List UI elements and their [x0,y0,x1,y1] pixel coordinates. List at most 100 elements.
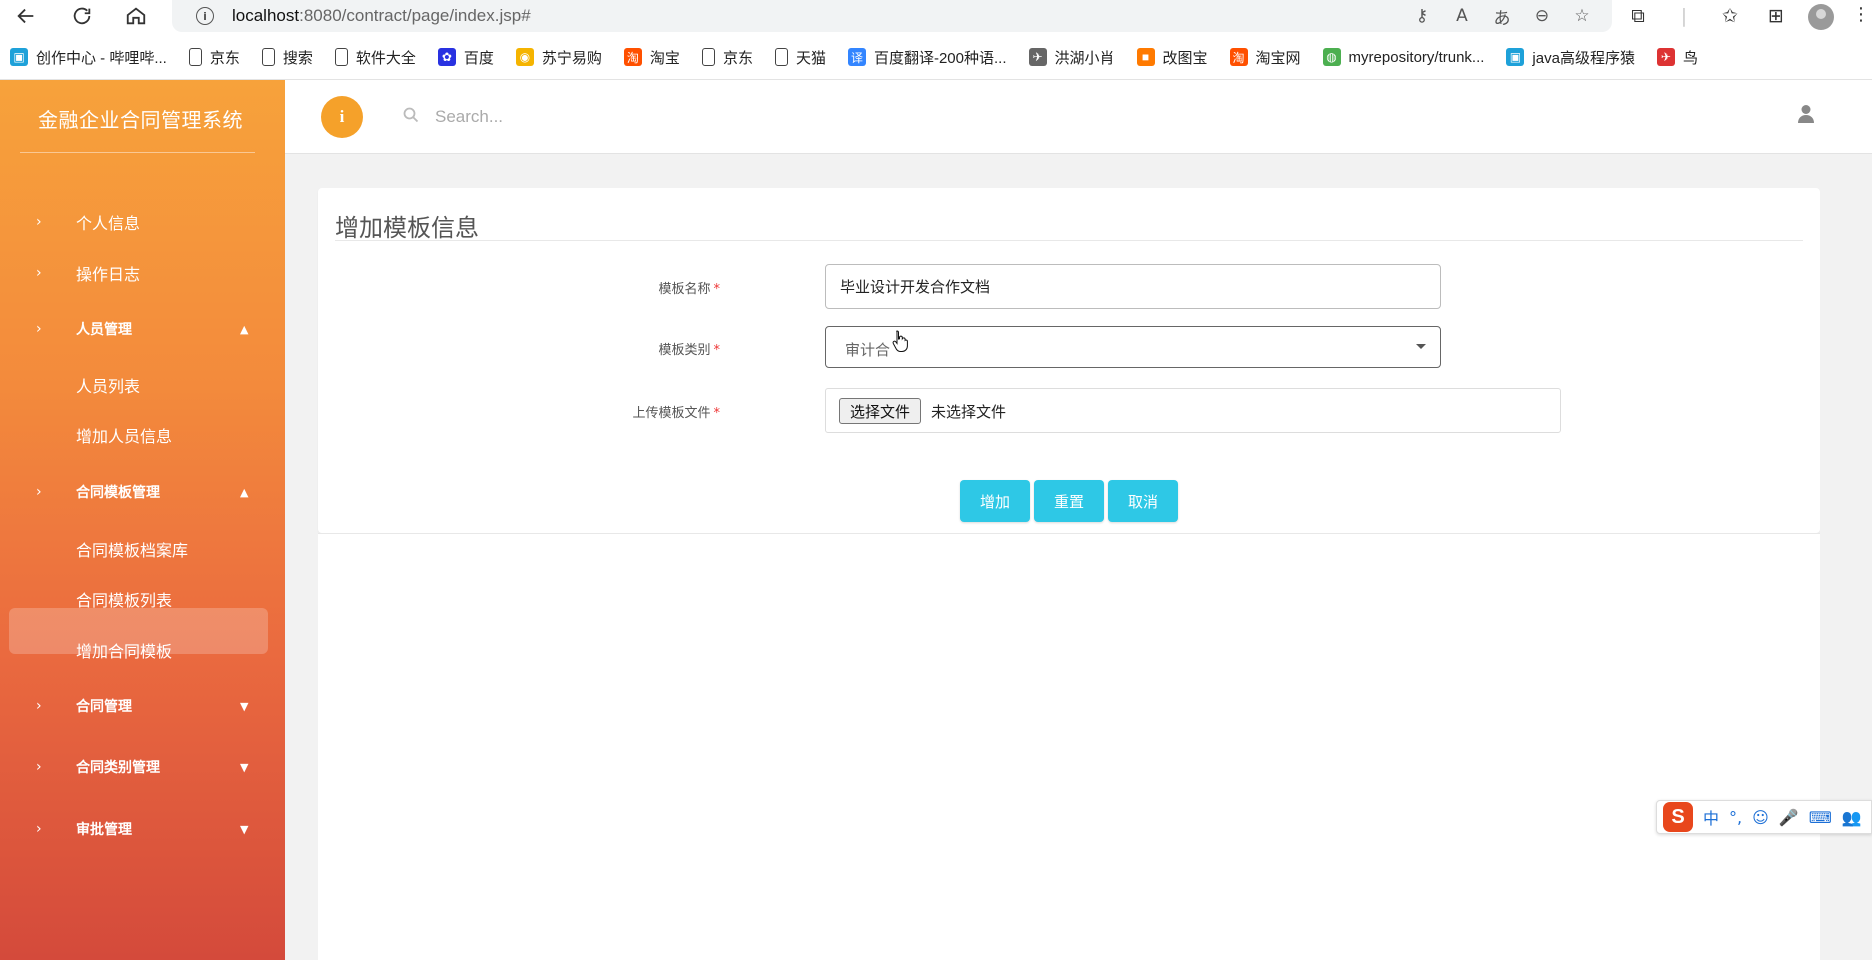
template-category-select[interactable]: 审计合 [825,326,1441,368]
home-icon[interactable] [116,0,156,32]
ime-mode[interactable]: 中 [1703,805,1719,829]
sidebar-item-label: 操作日志 [76,265,141,284]
bookmark-label: 百度翻译-200种语... [873,49,1007,67]
page-icon: ▯ [774,48,788,66]
sidebar-item-staff-list[interactable]: 人员列表 [0,365,285,405]
bookmark-label: 鸟 [1682,49,1698,67]
page-icon: ▯ [188,48,202,66]
sidebar-item-contract-management[interactable]: › 合同管理 ▼ [0,686,285,726]
bookmark-item[interactable]: ✈ 洪湖小肖 [1028,47,1115,68]
sidebar-item-label: 人员列表 [76,377,141,396]
sidebar-item-operation-log[interactable]: › 操作日志 [0,253,285,293]
emoji-icon[interactable]: ☺ [1752,808,1769,827]
file-status: 未选择文件 [931,403,1007,421]
search-icon [403,107,419,123]
add-button[interactable]: 增加 [960,480,1030,522]
bookmark-item[interactable]: ◍ myrepository/trunk... [1322,48,1484,66]
bookmark-item[interactable]: ▣ 创作中心 - 哔哩哔... [10,47,167,68]
bookmark-label: 创作中心 - 哔哩哔... [36,49,167,67]
translate-icon[interactable]: あ [1492,4,1512,29]
title-divider [335,240,1803,241]
taobao-icon: 淘 [623,48,642,66]
bookmark-item[interactable]: ◉ 苏宁易购 [515,47,602,68]
add-template-card: 增加模板信息 模板名称* 模板类别* 审计合 上传模板文件* 选择文件 未选择文… [318,188,1820,533]
ime-toolbar[interactable]: S 中 °, ☺ 🎤 ⌨ 👥 [1656,800,1872,834]
bookmark-item[interactable]: ✿ 百度 [437,47,494,68]
microphone-icon[interactable]: 🎤 [1779,808,1799,827]
bilibili-icon: ▣ [10,48,28,66]
sidebar-item-label: 合同类别管理 [76,760,160,776]
bookmark-label: 改图宝 [1162,49,1208,67]
choose-file-button[interactable]: 选择文件 [839,398,921,424]
sidebar-item-add-staff[interactable]: 增加人员信息 [0,415,285,455]
refresh-icon[interactable] [62,0,102,32]
bookmark-item[interactable]: ▯ 京东 [188,47,240,68]
sidebar-item-template-archive[interactable]: 合同模板档案库 [0,529,285,569]
bookmark-item[interactable]: ▯ 搜索 [261,47,313,68]
info-button[interactable]: i [321,96,363,138]
sidebar-item-approval[interactable]: › 审批管理 ▼ [0,809,285,849]
bookmark-item[interactable]: ✈ 鸟 [1656,47,1698,68]
key-icon[interactable]: ⚷ [1412,6,1432,26]
more-icon[interactable]: ⋮ [1852,4,1870,25]
zoom-out-icon[interactable]: ⊖ [1532,6,1552,26]
caret-up-icon: ▲ [240,322,249,336]
bookmark-item[interactable]: ▯ 京东 [701,47,753,68]
page-icon: ▯ [701,48,715,66]
profile-avatar[interactable] [1808,4,1834,30]
bookmark-item[interactable]: ▯ 软件大全 [334,47,416,68]
bookmark-item[interactable]: 译百度翻译-200种语... [847,47,1007,68]
sidebar-item-profile[interactable]: › 个人信息 [0,202,285,242]
sidebar-item-label: 个人信息 [76,214,141,233]
sidebar-item-template-list[interactable]: 合同模板列表 [0,579,285,619]
template-name-input[interactable] [825,264,1441,309]
gaitubao-icon: ■ [1136,48,1155,66]
translate-icon: 译 [847,48,866,66]
file-upload-field[interactable]: 选择文件 未选择文件 [825,388,1561,433]
caret-down-icon: ▼ [240,699,249,713]
sidebar-item-label: 增加合同模板 [76,642,173,661]
template-file-label-text: 上传模板文件 [632,406,711,421]
bookmark-item[interactable]: ▯ 天猫 [774,47,826,68]
extensions-icon[interactable]: ⧉ [1626,5,1650,27]
chevron-right-icon: › [36,214,42,230]
bilibili-icon: ▣ [1506,48,1525,66]
bookmark-item[interactable]: ■ 改图宝 [1136,47,1208,68]
bookmark-label: 天猫 [795,49,826,67]
bookmark-item[interactable]: ▣ java高级程序猿 [1506,47,1635,68]
page-title: 增加模板信息 [335,214,479,242]
sidebar: 金融企业合同管理系统 › 个人信息 › 操作日志 › 人员管理 ▲ 人员列表 增… [0,80,285,960]
bookmark-item[interactable]: 淘淘宝 [623,47,680,68]
search-input[interactable] [435,100,835,134]
baidu-icon: ✿ [437,48,456,66]
bookmark-item[interactable]: 淘淘宝网 [1229,47,1301,68]
keyboard-icon[interactable]: ⌨ [1809,808,1832,827]
sidebar-item-contract-category[interactable]: › 合同类别管理 ▼ [0,747,285,787]
sidebar-item-template-management[interactable]: › 合同模板管理 ▲ [0,472,285,512]
favorites-icon[interactable]: ✩ [1718,5,1742,27]
reset-button[interactable]: 重置 [1034,480,1104,522]
sidebar-item-add-template[interactable]: 增加合同模板 [0,630,285,670]
required-mark: * [713,406,721,421]
bookmark-label: java高级程序猿 [1532,49,1635,67]
sidebar-item-staff-management[interactable]: › 人员管理 ▲ [0,309,285,349]
back-icon[interactable] [6,0,46,32]
read-aloud-icon[interactable]: A [1452,6,1472,26]
app-title: 金融企业合同管理系统 [38,108,243,132]
collections-icon[interactable]: ⊞ [1764,5,1788,27]
favorite-add-icon[interactable]: ☆ [1572,6,1592,26]
suning-icon: ◉ [515,48,534,66]
hand-cursor-icon [892,330,908,352]
selected-category: 审计合 [845,341,891,359]
site-info-icon[interactable]: i [196,7,214,25]
bookmark-label: 百度 [463,49,494,67]
page-icon: ▯ [261,48,275,66]
address-bar[interactable]: i localhost:8080/contract/page/index.jsp… [172,0,1612,32]
sidebar-item-label: 合同模板档案库 [76,541,189,560]
bookmark-label: 京东 [722,49,753,67]
page-icon: ▯ [334,48,348,66]
cancel-button[interactable]: 取消 [1108,480,1178,522]
user-icon[interactable] [1797,104,1815,124]
ime-punctuation[interactable]: °, [1729,808,1742,827]
user-settings-icon[interactable]: 👥 [1842,808,1862,827]
